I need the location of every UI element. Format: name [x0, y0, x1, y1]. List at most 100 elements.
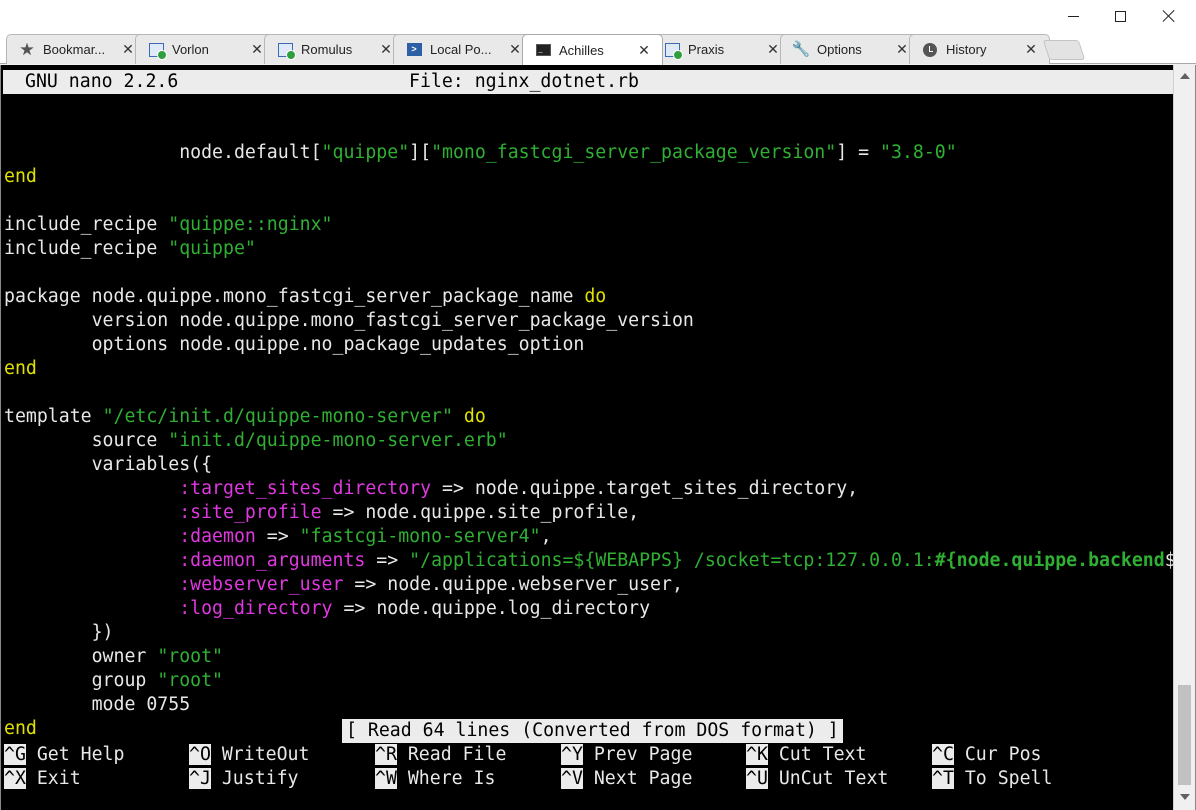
code-token: :site_profile — [179, 502, 322, 523]
code-token: owner — [4, 646, 158, 667]
code-token: "/applications=${WEBAPPS} /socket=tcp:12… — [409, 550, 935, 571]
code-line: :daemon_arguments => "/applications=${WE… — [4, 549, 1174, 573]
tab-vorlon[interactable]: Vorlon ✕ — [135, 34, 276, 64]
code-token: , — [540, 526, 552, 547]
minimize-button[interactable] — [1050, 0, 1096, 32]
code-line: variables({ — [4, 453, 1174, 477]
code-line: :webserver_user => node.quippe.webserver… — [4, 573, 1174, 597]
scroll-up-arrow-icon[interactable] — [1180, 73, 1190, 79]
tab-options[interactable]: 🔧 Options ✕ — [780, 34, 921, 64]
shortcut-item: ^W Where Is — [375, 767, 495, 791]
shortcut-label: Read File — [396, 744, 507, 765]
shortcut-label: Where Is — [396, 768, 496, 789]
code-token: :log_directory — [179, 598, 333, 619]
tab-achilles[interactable]: _ Achilles ✕ — [522, 34, 663, 65]
tab-close-icon[interactable]: ✕ — [120, 41, 136, 58]
shortcut-key: ^K — [746, 744, 768, 765]
close-window-button[interactable] — [1146, 0, 1192, 32]
tab-close-icon[interactable]: ✕ — [1023, 41, 1039, 58]
shortcut-label: UnCut Text — [767, 768, 889, 789]
scroll-down-arrow-icon[interactable] — [1180, 794, 1190, 800]
code-line: }) — [4, 621, 1174, 645]
code-token: #{node.quippe.backend — [934, 550, 1165, 571]
code-token: "/etc/init.d/quippe-mono-server" — [102, 406, 453, 427]
tab-local-powershell[interactable]: > Local Po... ✕ — [393, 34, 534, 64]
shortcut-key: ^X — [4, 768, 26, 789]
tab-romulus[interactable]: Romulus ✕ — [264, 34, 405, 64]
code-token: group — [4, 670, 158, 691]
code-line: version node.quippe.mono_fastcgi_server_… — [4, 309, 1174, 333]
tab-label: Achilles — [559, 42, 604, 58]
code-line: :target_sites_directory => node.quippe.t… — [4, 477, 1174, 501]
tab-close-icon[interactable]: ✕ — [378, 41, 394, 58]
maximize-button[interactable] — [1097, 0, 1143, 32]
code-token: "root" — [157, 646, 224, 667]
code-token: do — [584, 286, 607, 307]
remote-desktop-icon — [664, 42, 683, 60]
tab-label: History — [946, 42, 987, 57]
tab-close-icon[interactable]: ✕ — [249, 41, 265, 58]
vertical-scrollbar[interactable] — [1173, 65, 1195, 810]
code-token: "3.8-0" — [880, 142, 957, 163]
shortcut-label: Exit — [25, 768, 81, 789]
shortcut-label: Get Help — [25, 744, 125, 765]
powershell-icon: > — [406, 42, 422, 58]
tab-close-icon[interactable]: ✕ — [636, 42, 652, 59]
window-titlebar — [0, 0, 1196, 34]
code-token: => node.quippe.site_profile, — [321, 502, 640, 523]
clock-icon — [922, 42, 938, 58]
code-line: include_recipe "quippe::nginx" — [4, 213, 1174, 237]
nano-version: GNU nano 2.2.6 — [25, 71, 179, 92]
code-token: :target_sites_directory — [179, 478, 432, 499]
shortcut-key: ^C — [932, 744, 954, 765]
tab-close-icon[interactable]: ✕ — [765, 41, 781, 58]
code-line: include_recipe "quippe" — [4, 237, 1174, 261]
minimize-icon — [1067, 15, 1079, 17]
remote-desktop-icon — [148, 42, 167, 60]
code-token: include_recipe — [4, 238, 169, 259]
maximize-icon — [1114, 10, 1126, 22]
tab-praxis[interactable]: Praxis ✕ — [651, 34, 792, 64]
new-tab-button[interactable] — [1042, 40, 1086, 60]
code-token: end — [4, 358, 37, 379]
tab-close-icon[interactable]: ✕ — [894, 41, 910, 58]
code-line: template "/etc/init.d/quippe-mono-server… — [4, 405, 1174, 429]
code-token: => — [255, 526, 300, 547]
code-token: "quippe" — [168, 238, 256, 259]
tab-label: Local Po... — [430, 42, 492, 57]
scroll-thumb[interactable] — [1178, 685, 1191, 785]
shortcut-item: ^J Justify — [189, 767, 299, 791]
code-token: template — [4, 406, 103, 427]
code-line: group "root" — [4, 669, 1174, 693]
nano-filename: File: nginx_dotnet.rb — [409, 71, 639, 92]
terminal-icon: _ — [535, 42, 551, 58]
code-token: "quippe::nginx" — [168, 214, 333, 235]
shortcut-item: ^Y Prev Page — [561, 743, 692, 767]
shortcut-item: ^O WriteOut — [189, 743, 309, 767]
code-line: :daemon => "fastcgi-mono-server4", — [4, 525, 1174, 549]
tab-history[interactable]: History ✕ — [909, 34, 1050, 64]
shortcut-key: ^O — [189, 744, 211, 765]
code-editor[interactable]: node.default["quippe"]["mono_fastcgi_ser… — [4, 117, 1174, 787]
nano-status-message: [ Read 64 lines (Converted from DOS form… — [342, 719, 843, 743]
shortcut-item: ^G Get Help — [4, 743, 124, 767]
code-token: include_recipe — [4, 214, 169, 235]
shortcut-item: ^V Next Page — [561, 767, 692, 791]
tab-label: Options — [817, 42, 862, 57]
code-token: :daemon_arguments — [179, 550, 366, 571]
code-token: ][ — [409, 142, 432, 163]
terminal-pane[interactable]: GNU nano 2.2.6 File: nginx_dotnet.rb nod… — [0, 65, 1196, 810]
code-token: end — [4, 718, 37, 739]
close-icon — [1162, 9, 1176, 23]
shortcut-item: ^U UnCut Text — [746, 767, 888, 791]
tab-bookmarks[interactable]: Bookmar... ✕ — [6, 34, 147, 64]
shortcut-label: Justify — [210, 768, 299, 789]
tab-close-icon[interactable]: ✕ — [507, 41, 523, 58]
